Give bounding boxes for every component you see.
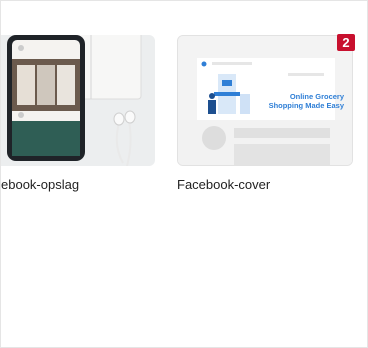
card-label-facebook-cover[interactable]: Facebook-cover bbox=[177, 177, 270, 192]
facebook-post-thumbnail[interactable] bbox=[1, 35, 155, 166]
card-label-facebook-post[interactable]: ebook-opslag bbox=[1, 177, 79, 192]
count-badge: 2 bbox=[337, 34, 355, 51]
facebook-cover-thumbnail[interactable]: Online Grocery Shopping Made Easy bbox=[177, 35, 353, 166]
phone-mockup-image bbox=[1, 35, 155, 166]
cover-profile-placeholder bbox=[178, 120, 352, 165]
